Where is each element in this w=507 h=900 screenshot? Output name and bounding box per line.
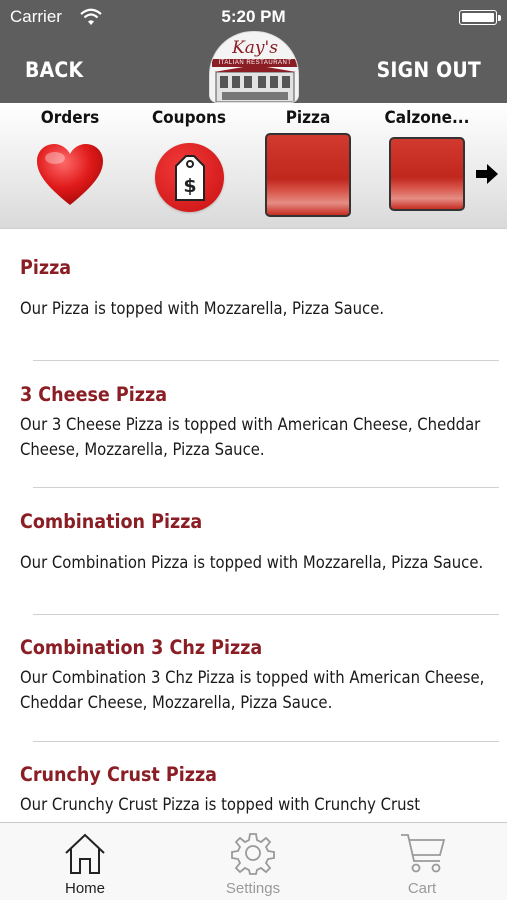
- category-label: Calzone...: [384, 108, 470, 128]
- category-calzone[interactable]: Calzone...: [377, 103, 477, 211]
- menu-item-name: 3 Cheese Pizza: [20, 383, 168, 406]
- tab-cart[interactable]: Cart: [362, 823, 482, 900]
- tab-home[interactable]: Home: [25, 823, 145, 900]
- home-icon: [65, 833, 105, 874]
- menu-item-name: Pizza: [20, 256, 72, 279]
- coupon-icon: $: [155, 143, 224, 212]
- svg-text:$: $: [183, 175, 196, 197]
- menu-item[interactable]: Crunchy Crust Pizza Our Crunchy Crust Pi…: [20, 763, 490, 817]
- category-label: Orders: [40, 108, 100, 128]
- divider: [33, 741, 499, 742]
- back-button[interactable]: BACK: [25, 58, 83, 82]
- menu-item-description: Our Crunchy Crust Pizza is topped with C…: [20, 795, 421, 814]
- menu-item[interactable]: Pizza Our Pizza is topped with Mozzarell…: [20, 256, 490, 321]
- category-coupons[interactable]: Coupons $: [139, 103, 239, 212]
- category-label: Coupons: [151, 108, 227, 128]
- sign-out-button[interactable]: SIGN OUT: [377, 58, 481, 82]
- logo-subtext: ITALIAN RESTAURANT: [212, 59, 298, 67]
- menu-item[interactable]: Combination 3 Chz Pizza Our Combination …: [20, 636, 490, 715]
- category-label: Pizza: [285, 108, 331, 128]
- menu-item-name: Combination Pizza: [20, 510, 203, 533]
- arrow-right-icon[interactable]: [475, 163, 499, 185]
- menu-item-description: Our 3 Cheese Pizza is topped with Americ…: [20, 415, 481, 459]
- menu-item[interactable]: Combination Pizza Our Combination Pizza …: [20, 510, 490, 575]
- status-time: 5:20 PM: [221, 7, 286, 26]
- category-strip: Orders Coupons $ Pizza Calzone...: [0, 103, 507, 229]
- divider: [33, 614, 499, 615]
- tab-label: Settings: [225, 880, 281, 897]
- menu-list: Pizza Our Pizza is topped with Mozzarell…: [0, 230, 507, 822]
- tab-label: Home: [64, 880, 105, 897]
- tab-label: Cart: [407, 880, 437, 897]
- menu-item-description: Our Combination 3 Chz Pizza is topped wi…: [20, 668, 485, 712]
- battery-icon: [459, 10, 501, 25]
- divider: [33, 487, 499, 488]
- cart-icon: [401, 834, 446, 873]
- tab-bar: Home Settings Cart: [0, 822, 507, 900]
- menu-item-name: Crunchy Crust Pizza: [20, 763, 218, 786]
- pizza-tile: [265, 133, 351, 217]
- category-pizza[interactable]: Pizza: [258, 103, 358, 217]
- divider: [33, 360, 499, 361]
- logo-text: Kay's: [232, 38, 278, 58]
- menu-item[interactable]: 3 Cheese Pizza Our 3 Cheese Pizza is top…: [20, 383, 490, 462]
- restaurant-logo: Kay's ITALIAN RESTAURANT: [209, 31, 299, 103]
- price-tag-icon: $: [175, 155, 205, 201]
- category-orders[interactable]: Orders: [20, 103, 120, 205]
- calzone-tile: [389, 137, 465, 211]
- gear-icon: [231, 833, 275, 875]
- tab-settings[interactable]: Settings: [193, 823, 313, 900]
- menu-item-description: Our Combination Pizza is topped with Moz…: [20, 553, 484, 572]
- menu-item-name: Combination 3 Chz Pizza: [20, 636, 263, 659]
- top-bar: Carrier 5:20 PM BACK SIGN OUT Kay's ITAL…: [0, 0, 507, 103]
- heart-icon: [37, 144, 103, 205]
- menu-item-description: Our Pizza is topped with Mozzarella, Piz…: [20, 299, 385, 318]
